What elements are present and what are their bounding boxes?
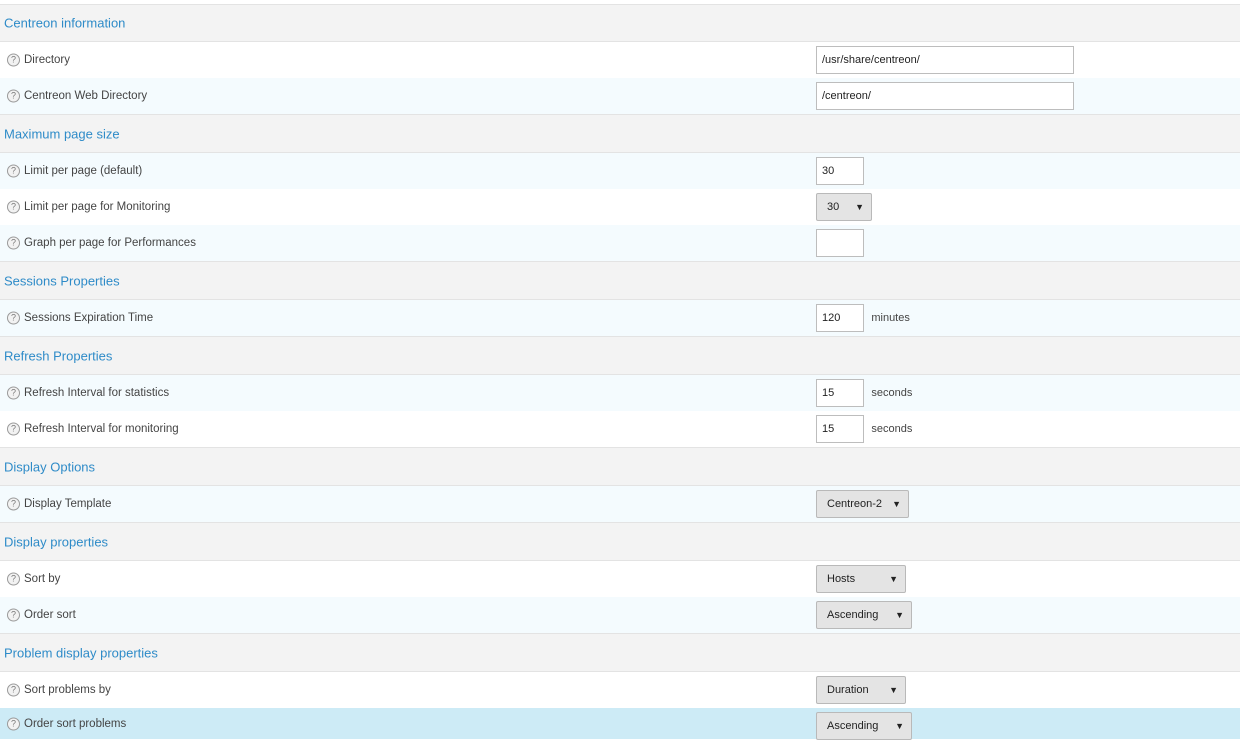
field-row-limit-monitoring: ? Limit per page for Monitoring 30 ▼ [0, 189, 1240, 225]
field-label: Display Template [24, 498, 112, 510]
chevron-down-icon: ▼ [889, 685, 898, 695]
field-label: Refresh Interval for statistics [24, 387, 170, 399]
field-row-sort-by: ? Sort by Hosts ▼ [0, 561, 1240, 597]
field-label: Order sort [24, 609, 76, 621]
select-value: Hosts [827, 573, 856, 585]
help-icon[interactable]: ? [7, 386, 20, 400]
help-icon[interactable]: ? [7, 311, 20, 325]
section-title: Problem display properties [4, 645, 158, 660]
order-sort-select[interactable]: Ascending ▼ [816, 601, 912, 629]
limit-per-page-input[interactable] [816, 157, 864, 185]
help-icon[interactable]: ? [7, 572, 20, 586]
session-expiration-input[interactable] [816, 304, 864, 332]
order-sort-problems-select[interactable]: Ascending ▼ [816, 712, 912, 740]
field-row-limit-default: ? Limit per page (default) [0, 153, 1240, 189]
select-value: Ascending [827, 609, 879, 621]
help-icon[interactable]: ? [7, 683, 20, 697]
select-value: 30 [827, 201, 840, 213]
field-label: Limit per page (default) [24, 165, 143, 177]
help-icon[interactable]: ? [7, 200, 20, 214]
display-template-select[interactable]: Centreon-2 ▼ [816, 490, 909, 518]
select-value: Duration [827, 684, 869, 696]
section-title: Refresh Properties [4, 348, 113, 363]
help-icon[interactable]: ? [7, 422, 20, 436]
chevron-down-icon: ▼ [895, 721, 904, 731]
limit-monitoring-select[interactable]: 30 ▼ [816, 193, 872, 221]
field-row-order-sort-problems: ? Order sort problems Ascending ▼ [0, 708, 1240, 740]
field-label: Graph per page for Performances [24, 237, 196, 249]
graph-per-page-input[interactable] [816, 229, 864, 257]
help-icon[interactable]: ? [7, 236, 20, 250]
unit-label: seconds [871, 423, 913, 435]
field-label: Sort problems by [24, 684, 111, 696]
refresh-monitoring-input[interactable] [816, 415, 864, 443]
section-header-sessions: Sessions Properties [0, 261, 1240, 300]
field-row-session-expiration: ? Sessions Expiration Time minutes [0, 300, 1240, 336]
directory-input[interactable] [816, 46, 1074, 74]
chevron-down-icon: ▼ [889, 574, 898, 584]
field-row-order-sort: ? Order sort Ascending ▼ [0, 597, 1240, 633]
select-value: Ascending [827, 720, 879, 732]
field-label: Sort by [24, 573, 61, 585]
section-title: Centreon information [4, 15, 126, 31]
select-value: Centreon-2 [827, 498, 883, 510]
unit-label: seconds [871, 387, 913, 399]
field-label: Order sort problems [24, 717, 127, 730]
section-header-display-properties: Display properties [0, 522, 1240, 561]
chevron-down-icon: ▼ [892, 499, 901, 509]
refresh-statistics-input[interactable] [816, 379, 864, 407]
field-label: Limit per page for Monitoring [24, 201, 171, 213]
chevron-down-icon: ▼ [855, 202, 864, 212]
help-icon[interactable]: ? [7, 608, 20, 622]
field-label: Refresh Interval for monitoring [24, 423, 179, 435]
web-directory-input[interactable] [816, 82, 1074, 110]
field-label: Centreon Web Directory [24, 90, 148, 102]
help-icon[interactable]: ? [7, 53, 20, 67]
field-row-display-template: ? Display Template Centreon-2 ▼ [0, 486, 1240, 522]
section-title: Sessions Properties [4, 273, 120, 288]
unit-label: minutes [871, 312, 910, 324]
section-header-page-size: Maximum page size [0, 114, 1240, 153]
field-row-refresh-monitoring: ? Refresh Interval for monitoring second… [0, 411, 1240, 447]
section-title: Display properties [4, 534, 109, 549]
field-row-web-directory: ? Centreon Web Directory [0, 78, 1240, 114]
field-label: Sessions Expiration Time [24, 312, 154, 324]
sort-by-select[interactable]: Hosts ▼ [816, 565, 906, 593]
help-icon[interactable]: ? [7, 717, 20, 730]
help-icon[interactable]: ? [7, 497, 20, 511]
section-header-display-options: Display Options [0, 447, 1240, 486]
field-label: Directory [24, 54, 71, 66]
sort-problems-by-select[interactable]: Duration ▼ [816, 676, 906, 704]
section-header-refresh: Refresh Properties [0, 336, 1240, 375]
section-header-centreon-information: Centreon information [0, 4, 1240, 42]
section-header-problem-display: Problem display properties [0, 633, 1240, 672]
help-icon[interactable]: ? [7, 164, 20, 178]
section-title: Maximum page size [4, 126, 120, 141]
field-row-graph-per-page: ? Graph per page for Performances [0, 225, 1240, 261]
field-row-sort-problems-by: ? Sort problems by Duration ▼ [0, 672, 1240, 708]
field-row-refresh-statistics: ? Refresh Interval for statistics second… [0, 375, 1240, 411]
field-row-directory: ? Directory [0, 42, 1240, 78]
section-title: Display Options [4, 459, 96, 474]
help-icon[interactable]: ? [7, 89, 20, 103]
chevron-down-icon: ▼ [895, 610, 904, 620]
